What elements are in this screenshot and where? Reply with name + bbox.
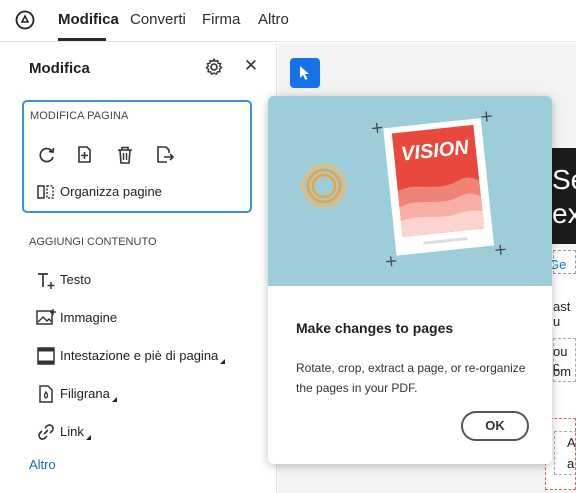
top-toolbar: Modifica Converti Firma Altro <box>0 0 576 42</box>
rotate-icon[interactable] <box>36 144 58 166</box>
add-content-heading: AGGIUNGI CONTENUTO <box>29 236 157 248</box>
add-image-icon <box>36 309 56 325</box>
edit-page-heading: MODIFICA PAGINA <box>30 110 129 122</box>
tab-altro[interactable]: Altro <box>258 11 289 28</box>
link-icon <box>38 424 54 440</box>
submenu-indicator-icon <box>85 435 91 440</box>
cursor-arrow-icon <box>300 66 309 80</box>
gear-icon[interactable] <box>204 57 224 77</box>
edit-panel: Modifica ✕ MODIFICA PAGINA Organizza pag… <box>0 43 277 493</box>
document-header-block: Se ex <box>552 148 576 244</box>
document-text-line: a <box>567 456 575 471</box>
watermark-item[interactable]: Filigrana <box>22 379 252 409</box>
ok-button[interactable]: OK <box>461 411 529 441</box>
submenu-indicator-icon <box>220 359 226 364</box>
document-heading-line1: Se <box>552 164 576 195</box>
watermark-label: Filigrana <box>60 386 117 402</box>
sun-icon <box>302 164 346 208</box>
poster-illustration: VISION <box>302 111 506 267</box>
link-item[interactable]: Link <box>22 417 252 447</box>
tab-converti[interactable]: Converti <box>130 11 186 28</box>
popover-description: Rotate, crop, extract a page, or re-orga… <box>296 361 526 395</box>
header-footer-icon <box>37 347 55 365</box>
popover-title: Make changes to pages <box>296 320 454 336</box>
document-text-line: om <box>553 364 572 379</box>
popover-illustration: VISION <box>268 96 552 286</box>
insert-page-icon[interactable] <box>74 144 96 166</box>
onboarding-popover: VISION Make changes to pages Rotate, cro… <box>268 96 552 464</box>
header-footer-label: Intestazione e piè di pagina <box>60 348 226 364</box>
document-heading-line2: ex <box>552 198 576 229</box>
submenu-indicator-icon <box>111 397 117 402</box>
edit-page-group: MODIFICA PAGINA Organizza pagine <box>22 100 252 213</box>
add-text-label: Testo <box>60 272 92 287</box>
more-link[interactable]: Altro <box>29 457 56 472</box>
select-tool-button[interactable] <box>290 58 320 88</box>
header-footer-item[interactable]: Intestazione e piè di pagina <box>22 341 252 371</box>
close-icon[interactable]: ✕ <box>242 57 260 75</box>
active-tab-indicator <box>58 38 106 41</box>
panel-title: Modifica <box>29 60 90 77</box>
add-text-icon <box>38 273 55 289</box>
add-image-item[interactable]: Immagine <box>22 303 252 333</box>
watermark-icon <box>39 385 53 403</box>
organize-pages-label[interactable]: Organizza pagine <box>60 184 162 199</box>
acrobat-home-icon[interactable] <box>14 9 36 31</box>
add-image-label: Immagine <box>60 310 118 325</box>
delete-icon[interactable] <box>114 144 136 166</box>
document-text-line: A <box>567 435 576 450</box>
link-label: Link <box>60 424 91 440</box>
add-text-item[interactable]: Testo <box>22 265 252 295</box>
organize-pages-icon[interactable] <box>36 182 56 202</box>
tab-modifica[interactable]: Modifica <box>58 11 119 28</box>
extract-page-icon[interactable] <box>154 144 176 166</box>
document-text-line: ast u <box>553 299 571 329</box>
tab-firma[interactable]: Firma <box>202 11 240 28</box>
